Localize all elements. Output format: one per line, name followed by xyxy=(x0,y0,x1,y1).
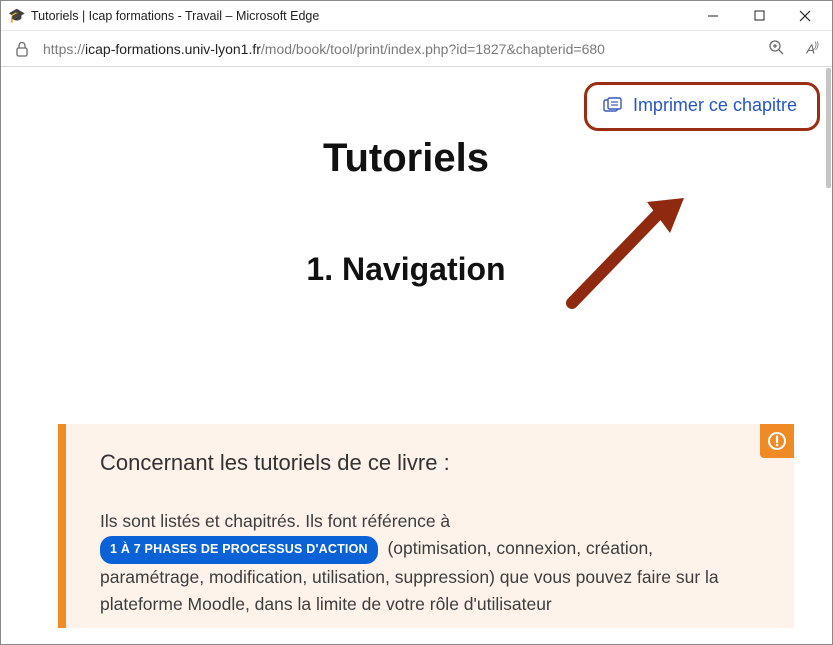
scrollbar[interactable] xyxy=(826,68,831,643)
zoom-icon[interactable] xyxy=(768,39,784,58)
close-button[interactable] xyxy=(782,1,828,31)
url-path: /mod/book/tool/print/index.php?id=1827&c… xyxy=(261,41,605,57)
phase-pill: 1 À 7 PHASES DE PROCESSUS D'ACTION xyxy=(100,536,378,563)
url-host: icap-formations.univ-lyon1.fr xyxy=(85,41,261,57)
read-aloud-icon[interactable]: A)) xyxy=(806,40,818,56)
info-badge-icon xyxy=(760,424,794,458)
print-icon xyxy=(603,97,623,115)
print-chapter-link[interactable]: Imprimer ce chapitre xyxy=(584,82,820,131)
chapter-title: 1. Navigation xyxy=(6,251,806,288)
window-titlebar: 🎓 Tutoriels | Icap formations - Travail … xyxy=(1,1,832,31)
info-block: Concernant les tutoriels de ce livre : I… xyxy=(58,424,794,628)
page-viewport: Imprimer ce chapitre Tutoriels 1. Naviga… xyxy=(2,68,826,643)
info-body: Ils sont listés et chapitrés. Ils font r… xyxy=(100,508,760,618)
info-line1: Ils sont listés et chapitrés. Ils font r… xyxy=(100,511,450,531)
favicon-icon: 🎓 xyxy=(9,8,25,24)
url-scheme: https:// xyxy=(43,41,85,57)
url-text[interactable]: https://icap-formations.univ-lyon1.fr/mo… xyxy=(43,41,754,57)
info-title: Concernant les tutoriels de ce livre : xyxy=(100,450,760,476)
window-title: Tutoriels | Icap formations - Travail – … xyxy=(31,9,319,23)
scrollbar-thumb[interactable] xyxy=(826,68,831,188)
page-title: Tutoriels xyxy=(6,136,806,181)
lock-icon[interactable] xyxy=(15,41,29,57)
maximize-button[interactable] xyxy=(736,1,782,31)
address-bar[interactable]: https://icap-formations.univ-lyon1.fr/mo… xyxy=(1,31,832,67)
minimize-button[interactable] xyxy=(690,1,736,31)
print-chapter-label: Imprimer ce chapitre xyxy=(633,95,797,116)
